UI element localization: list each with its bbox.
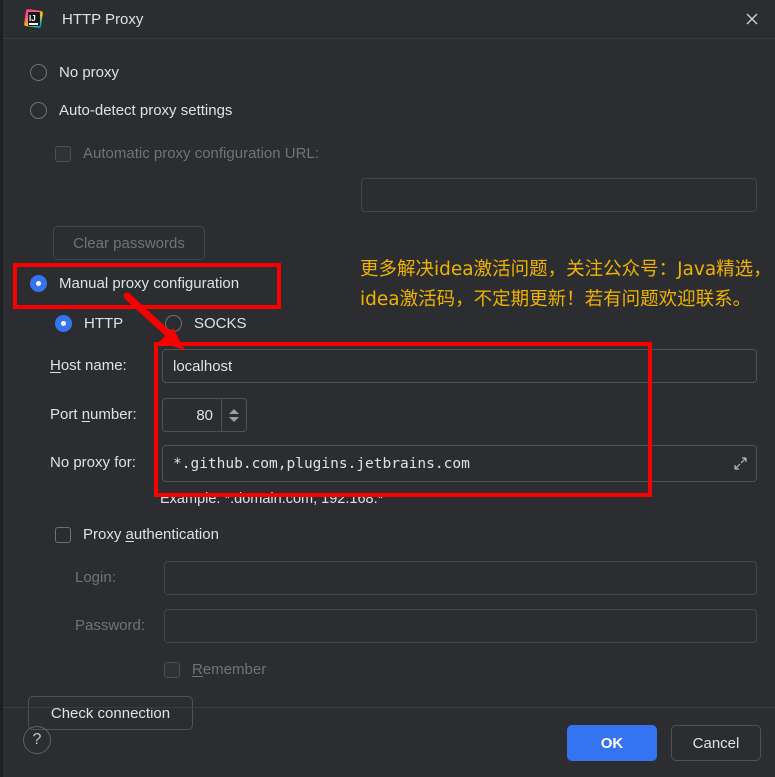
remember-label-text: emember (202, 661, 267, 678)
expand-diagonal-icon[interactable] (723, 445, 757, 481)
window-title: HTTP Proxy (62, 10, 144, 28)
host-name-mnemonic: H (50, 357, 61, 374)
spinner-down-icon[interactable] (229, 416, 239, 422)
title-bar: IJ HTTP Proxy (3, 0, 775, 39)
radio-protocol-http[interactable]: HTTP (55, 315, 123, 332)
annotation-text-line1: 更多解决idea激活问题，关注公众号：Java精选， (360, 259, 772, 280)
login-input (164, 561, 757, 595)
radio-protocol-socks[interactable]: SOCKS (165, 315, 247, 332)
no-proxy-example-text: Example: *.domain.com, 192.168.* (160, 491, 384, 507)
host-name-label-text: ost name: (60, 357, 127, 374)
host-name-input[interactable]: localhost (162, 349, 757, 383)
checkbox-proxy-authentication[interactable]: Proxy authentication (55, 526, 219, 543)
radio-auto-detect-indicator[interactable] (30, 102, 47, 119)
proxy-auth-label-pre: Proxy (83, 526, 126, 543)
radio-no-proxy[interactable]: No proxy (30, 64, 119, 81)
checkbox-auto-config-url-label: Automatic proxy configuration URL: (83, 145, 319, 162)
radio-no-proxy-indicator[interactable] (30, 64, 47, 81)
radio-socks-label: SOCKS (194, 315, 247, 332)
no-proxy-for-field[interactable]: *.github.com,plugins.jetbrains.com (162, 445, 757, 482)
port-number-mnemonic: n (81, 406, 91, 423)
spinner-up-icon[interactable] (229, 408, 239, 414)
radio-auto-detect[interactable]: Auto-detect proxy settings (30, 102, 232, 119)
checkbox-remember: Remember (164, 661, 266, 678)
password-label: Password: (75, 617, 145, 634)
radio-http-indicator[interactable] (55, 315, 72, 332)
radio-auto-detect-label: Auto-detect proxy settings (59, 102, 233, 119)
no-proxy-for-label: No proxy for: (50, 454, 136, 471)
radio-socks-indicator[interactable] (165, 315, 182, 332)
checkbox-auto-config-url: Automatic proxy configuration URL: (55, 145, 319, 162)
checkbox-remember-indicator (164, 661, 180, 678)
cancel-button[interactable]: Cancel (671, 725, 761, 761)
port-number-label: Port number: (50, 406, 137, 423)
checkbox-proxy-authentication-indicator[interactable] (55, 526, 71, 543)
dialog-content: No proxy Auto-detect proxy settings Auto… (3, 39, 775, 730)
login-label: Login: (75, 569, 116, 586)
password-label-text: Password: (75, 617, 146, 634)
auto-config-url-input (361, 178, 757, 212)
radio-manual-proxy[interactable]: Manual proxy configuration (30, 275, 239, 292)
proxy-auth-mnemonic: a (125, 526, 134, 543)
radio-http-label: HTTP (84, 315, 124, 332)
dialog-footer: ? OK Cancel (3, 707, 775, 777)
port-stepper-arrows[interactable] (221, 399, 246, 431)
checkbox-auto-config-url-indicator (55, 145, 71, 162)
port-number-value[interactable]: 80 (163, 399, 221, 431)
annotation-text-line2: idea激活码，不定期更新！若有问题欢迎联系。 (360, 289, 752, 310)
intellij-idea-logo-icon: IJ (23, 8, 44, 29)
port-label-post: umber: (90, 406, 137, 423)
port-number-stepper[interactable]: 80 (162, 398, 247, 432)
radio-manual-proxy-indicator[interactable] (30, 275, 47, 292)
ok-button[interactable]: OK (567, 725, 657, 761)
host-name-label: Host name: (50, 357, 127, 374)
close-icon[interactable] (729, 0, 775, 38)
proxy-auth-label-post: uthentication (133, 526, 219, 543)
remember-mnemonic: R (192, 661, 203, 678)
login-label-text: Login: (75, 569, 116, 586)
help-button[interactable]: ? (23, 726, 51, 754)
http-proxy-dialog: IJ HTTP Proxy No proxy Auto-detect proxy… (0, 0, 775, 777)
clear-passwords-button: Clear passwords (53, 226, 205, 260)
port-label-pre: Port (50, 406, 82, 423)
no-proxy-for-input[interactable]: *.github.com,plugins.jetbrains.com (162, 445, 757, 482)
password-input (164, 609, 757, 643)
radio-no-proxy-label: No proxy (59, 64, 120, 81)
no-proxy-for-label-text: No proxy for: (50, 454, 136, 471)
radio-manual-proxy-label: Manual proxy configuration (59, 275, 240, 292)
